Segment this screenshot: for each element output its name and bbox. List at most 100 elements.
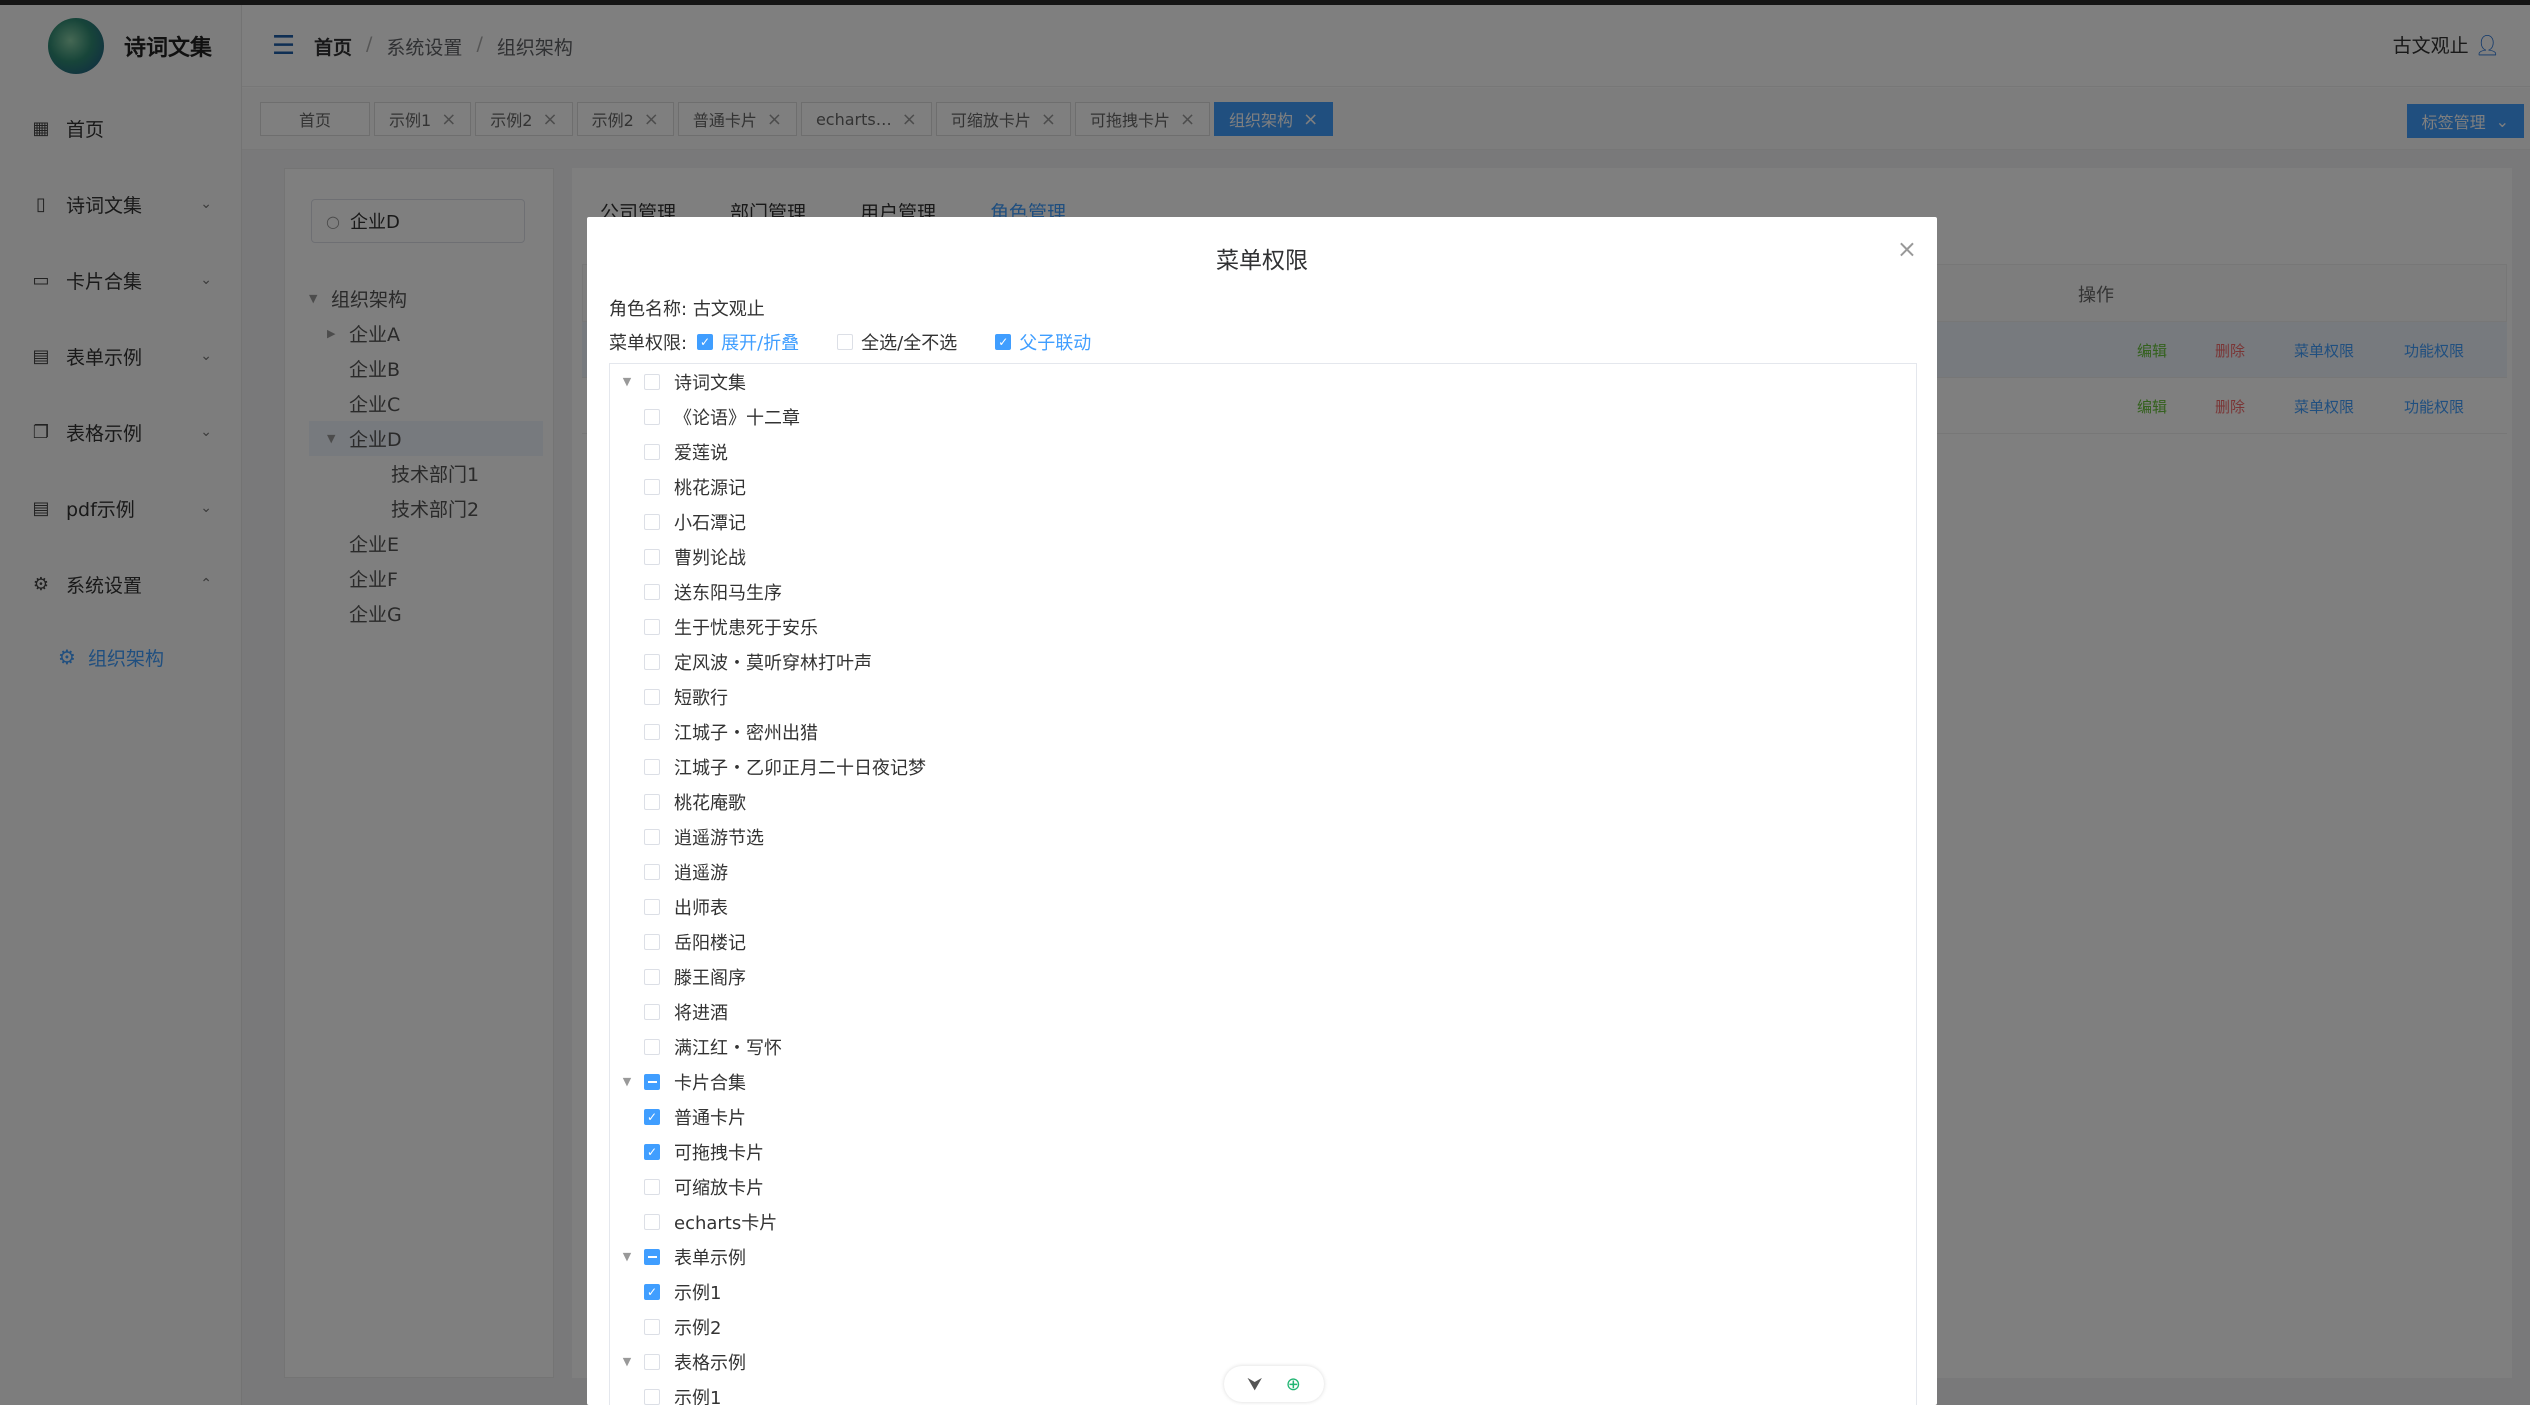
checkbox-indeterminate-icon[interactable] xyxy=(644,1073,660,1090)
tree-node[interactable]: 逍遥游 xyxy=(610,854,1916,889)
checkbox-icon[interactable] xyxy=(644,618,660,635)
checkbox-icon[interactable] xyxy=(644,688,660,705)
tree-node[interactable]: 小石潭记 xyxy=(610,504,1916,539)
tree-node-group[interactable]: ▼ 表单示例 xyxy=(610,1239,1916,1274)
checkbox-icon[interactable] xyxy=(837,334,854,350)
checkbox-icon[interactable] xyxy=(644,373,660,390)
checkbox-icon[interactable] xyxy=(644,1388,660,1405)
funnel-icon[interactable]: ⮟ xyxy=(1247,1374,1262,1395)
permission-tree: ▼ 诗词文集 《论语》十二章 爱莲说 桃花源记 小石潭记 曹刿论战 送东阳马生序… xyxy=(609,363,1917,1405)
tree-node-label: 滕王阁序 xyxy=(674,967,746,989)
tree-node[interactable]: 江城子・密州出猎 xyxy=(610,714,1916,749)
tree-node[interactable]: 生于忧患死于安乐 xyxy=(610,609,1916,644)
tree-node[interactable]: echarts卡片 xyxy=(610,1204,1916,1239)
checkbox-icon[interactable] xyxy=(644,653,660,670)
tree-node-label: 送东阳马生序 xyxy=(674,582,782,604)
tree-node-label: 曹刿论战 xyxy=(674,547,746,569)
caret-down-icon[interactable]: ▼ xyxy=(618,1250,636,1263)
caret-down-icon[interactable]: ▼ xyxy=(618,1075,636,1088)
tree-node[interactable]: 送东阳马生序 xyxy=(610,574,1916,609)
checkbox-icon[interactable] xyxy=(644,408,660,425)
checkbox-icon[interactable] xyxy=(644,478,660,495)
tree-node[interactable]: 将进酒 xyxy=(610,994,1916,1029)
checkbox-icon[interactable] xyxy=(644,1353,660,1370)
checkbox-icon[interactable] xyxy=(644,968,660,985)
tree-node-label: 江城子・密州出猎 xyxy=(674,722,818,744)
tree-node[interactable]: 桃花庵歌 xyxy=(610,784,1916,819)
tree-node[interactable]: 爱莲说 xyxy=(610,434,1916,469)
permission-label: 菜单权限: xyxy=(609,333,688,354)
tree-node[interactable]: 逍遥游节选 xyxy=(610,819,1916,854)
tree-node-label: 《论语》十二章 xyxy=(674,407,800,429)
tree-node[interactable]: 满江红・写怀 xyxy=(610,1029,1916,1064)
caret-down-icon[interactable]: ▼ xyxy=(618,375,636,388)
checkbox-icon[interactable] xyxy=(644,583,660,600)
role-name-label: 角色名称: xyxy=(609,299,688,320)
permission-options-row: 菜单权限: ✓ 展开/折叠 全选/全不选 ✓ 父子联动 xyxy=(609,329,1119,355)
checkbox-checked-icon[interactable]: ✓ xyxy=(644,1283,660,1300)
checkbox-icon[interactable] xyxy=(644,1178,660,1195)
checkbox-icon[interactable] xyxy=(644,828,660,845)
tree-node[interactable]: 可缩放卡片 xyxy=(610,1169,1916,1204)
checkbox-icon[interactable] xyxy=(644,863,660,880)
tree-node-label: 逍遥游 xyxy=(674,862,728,884)
tree-node-label: 定风波・莫听穿林打叶声 xyxy=(674,652,872,674)
tree-node[interactable]: 曹刿论战 xyxy=(610,539,1916,574)
checkbox-icon[interactable] xyxy=(644,933,660,950)
tree-node-group[interactable]: ▼ 卡片合集 xyxy=(610,1064,1916,1099)
tree-node-label: 满江红・写怀 xyxy=(674,1037,782,1059)
checkbox-icon[interactable] xyxy=(644,1213,660,1230)
checkbox-icon[interactable] xyxy=(644,1318,660,1335)
checkbox-checked-icon[interactable]: ✓ xyxy=(697,334,714,350)
expand-collapse-checkbox[interactable]: ✓ 展开/折叠 xyxy=(697,329,799,355)
tree-node[interactable]: ✓ 普通卡片 xyxy=(610,1099,1916,1134)
floating-toolbar: ⮟ ⊕ xyxy=(1224,1366,1324,1402)
role-name-value: 古文观止 xyxy=(692,299,765,320)
checkbox-icon[interactable] xyxy=(644,513,660,530)
close-icon[interactable]: × xyxy=(1897,235,1917,263)
checkbox-icon[interactable] xyxy=(644,793,660,810)
tree-node[interactable]: 滕王阁序 xyxy=(610,959,1916,994)
tree-node-label: 逍遥游节选 xyxy=(674,827,764,849)
checkbox-indeterminate-icon[interactable] xyxy=(644,1248,660,1265)
tree-node-group[interactable]: ▼ 诗词文集 xyxy=(610,364,1916,399)
option-label: 全选/全不选 xyxy=(861,333,958,354)
tree-node[interactable]: ✓ 示例1 xyxy=(610,1274,1916,1309)
checkbox-icon[interactable] xyxy=(644,548,660,565)
checkbox-icon[interactable] xyxy=(644,898,660,915)
parent-child-link-checkbox[interactable]: ✓ 父子联动 xyxy=(995,329,1091,355)
tree-node[interactable]: 江城子・乙卯正月二十日夜记梦 xyxy=(610,749,1916,784)
tree-node-label: 爱莲说 xyxy=(674,442,728,464)
checkbox-checked-icon[interactable]: ✓ xyxy=(644,1143,660,1160)
tree-node[interactable]: 定风波・莫听穿林打叶声 xyxy=(610,644,1916,679)
checkbox-icon[interactable] xyxy=(644,758,660,775)
dialog-title: 菜单权限 xyxy=(1216,248,1308,274)
target-icon[interactable]: ⊕ xyxy=(1286,1374,1301,1395)
tree-node-label: 可缩放卡片 xyxy=(674,1177,764,1199)
tree-node[interactable]: 短歌行 xyxy=(610,679,1916,714)
checkbox-checked-icon[interactable]: ✓ xyxy=(644,1108,660,1125)
tree-node[interactable]: 示例2 xyxy=(610,1309,1916,1344)
tree-node[interactable]: ✓ 可拖拽卡片 xyxy=(610,1134,1916,1169)
tree-node-label: 表格示例 xyxy=(674,1352,746,1374)
option-label: 展开/折叠 xyxy=(721,333,800,354)
tree-node-label: 小石潭记 xyxy=(674,512,746,534)
checkbox-checked-icon[interactable]: ✓ xyxy=(995,334,1012,350)
tree-node-label: 桃花源记 xyxy=(674,477,746,499)
checkbox-icon[interactable] xyxy=(644,443,660,460)
checkbox-icon[interactable] xyxy=(644,1003,660,1020)
tree-node-label: 示例1 xyxy=(674,1282,722,1304)
checkbox-icon[interactable] xyxy=(644,723,660,740)
role-name-row: 角色名称: 古文观止 xyxy=(609,295,765,321)
tree-node[interactable]: 出师表 xyxy=(610,889,1916,924)
tree-node-label: 示例2 xyxy=(674,1317,722,1339)
menu-permission-dialog: 菜单权限 × 角色名称: 古文观止 菜单权限: ✓ 展开/折叠 全选/全不选 ✓… xyxy=(587,217,1937,1405)
caret-down-icon[interactable]: ▼ xyxy=(618,1355,636,1368)
tree-node[interactable]: 岳阳楼记 xyxy=(610,924,1916,959)
tree-node-label: 诗词文集 xyxy=(674,372,746,394)
select-all-checkbox[interactable]: 全选/全不选 xyxy=(837,329,957,355)
tree-node-label: 表单示例 xyxy=(674,1247,746,1269)
tree-node[interactable]: 桃花源记 xyxy=(610,469,1916,504)
checkbox-icon[interactable] xyxy=(644,1038,660,1055)
tree-node[interactable]: 《论语》十二章 xyxy=(610,399,1916,434)
